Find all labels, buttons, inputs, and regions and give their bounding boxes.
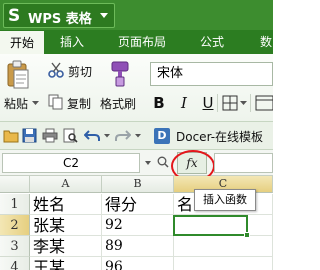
undo-icon[interactable] xyxy=(84,128,100,143)
cell-b2[interactable]: 92 xyxy=(102,215,174,236)
print-preview-icon[interactable] xyxy=(62,128,78,143)
formula-input[interactable] xyxy=(214,153,273,173)
select-all-corner[interactable] xyxy=(0,176,30,193)
row-header-1[interactable]: 1 xyxy=(0,194,30,215)
app-title: WPS 表格 xyxy=(28,12,92,27)
name-box[interactable]: C2 xyxy=(2,153,140,173)
copy-icon[interactable] xyxy=(48,94,64,110)
quick-access-toolbar: D Docer-在线模板 xyxy=(0,122,273,150)
save-icon[interactable] xyxy=(22,128,37,143)
cell-a1[interactable]: 姓名 xyxy=(30,194,102,215)
name-box-dropdown-icon[interactable] xyxy=(145,161,151,165)
bold-button[interactable]: B xyxy=(152,92,166,114)
ribbon-home: 粘贴 剪切 复制 格式刷 宋体 B I U xyxy=(0,54,273,122)
row-header-3[interactable]: 3 xyxy=(0,236,30,257)
formula-bar: C2 fx xyxy=(0,150,273,182)
chevron-down-icon xyxy=(100,13,108,18)
scissors-icon[interactable] xyxy=(48,62,64,78)
merge-cells-icon[interactable] xyxy=(255,95,273,111)
tab-home[interactable]: 开始 xyxy=(0,30,44,54)
tab-formulas[interactable]: 公式 xyxy=(192,30,232,54)
title-bar: S WPS 表格 xyxy=(0,0,273,30)
border-dropdown-icon[interactable] xyxy=(240,101,247,106)
cell-a4[interactable]: 王某 xyxy=(30,257,102,270)
font-name-select[interactable]: 宋体 xyxy=(150,62,273,86)
tab-insert[interactable]: 插入 xyxy=(52,30,92,54)
paste-label[interactable]: 粘贴 xyxy=(4,95,28,112)
format-painter-icon[interactable] xyxy=(108,60,132,88)
cell-a2[interactable]: 张某 xyxy=(30,215,102,236)
row-header-4[interactable]: 4 xyxy=(0,257,30,270)
italic-button[interactable]: I xyxy=(177,92,191,114)
undo-dropdown-icon[interactable] xyxy=(104,134,110,138)
row-header-2[interactable]: 2 xyxy=(0,215,30,236)
clipboard-icon xyxy=(7,60,29,89)
paste-dropdown-icon[interactable] xyxy=(32,101,39,106)
cut-button[interactable]: 剪切 xyxy=(68,63,92,80)
ribbon-divider xyxy=(217,94,218,112)
format-painter-button[interactable]: 格式刷 xyxy=(100,95,136,112)
magnifier-icon[interactable] xyxy=(157,156,169,168)
menu-tab-bar: 开始 插入 页面布局 公式 数 xyxy=(0,30,273,54)
redo-dropdown-icon[interactable] xyxy=(135,134,141,138)
redo-icon[interactable] xyxy=(115,128,131,143)
cell-b1[interactable]: 得分 xyxy=(102,194,174,215)
underline-button[interactable]: U xyxy=(201,92,215,114)
open-folder-icon[interactable] xyxy=(3,128,19,143)
cell-b3[interactable]: 89 xyxy=(102,236,174,257)
cell-a3[interactable]: 李某 xyxy=(30,236,102,257)
column-header-a[interactable]: A xyxy=(30,176,102,193)
wps-spreadsheet-window: S WPS 表格 开始 插入 页面布局 公式 数 粘贴 剪切 复制 格式刷 宋体… xyxy=(0,0,273,270)
app-menu-button[interactable]: S WPS 表格 xyxy=(3,3,115,28)
tab-page-layout[interactable]: 页面布局 xyxy=(110,30,174,54)
tab-data[interactable]: 数 xyxy=(254,30,273,54)
border-icon[interactable] xyxy=(222,95,238,111)
fill-handle[interactable] xyxy=(244,232,250,238)
ribbon-divider xyxy=(250,94,251,112)
cell-c3[interactable] xyxy=(174,236,273,257)
print-icon[interactable] xyxy=(42,128,58,143)
column-header-b[interactable]: B xyxy=(102,176,174,193)
cell-c4[interactable] xyxy=(174,257,273,270)
paste-button[interactable] xyxy=(6,60,30,94)
docer-icon[interactable]: D xyxy=(154,128,170,144)
cell-b4[interactable]: 96 xyxy=(102,257,174,270)
active-cell-border xyxy=(173,215,248,236)
copy-button[interactable]: 复制 xyxy=(67,95,91,112)
insert-function-tooltip: 插入函数 xyxy=(194,189,256,211)
wps-logo-icon: S xyxy=(8,6,21,26)
docer-online-templates-button[interactable]: Docer-在线模板 xyxy=(176,128,263,145)
